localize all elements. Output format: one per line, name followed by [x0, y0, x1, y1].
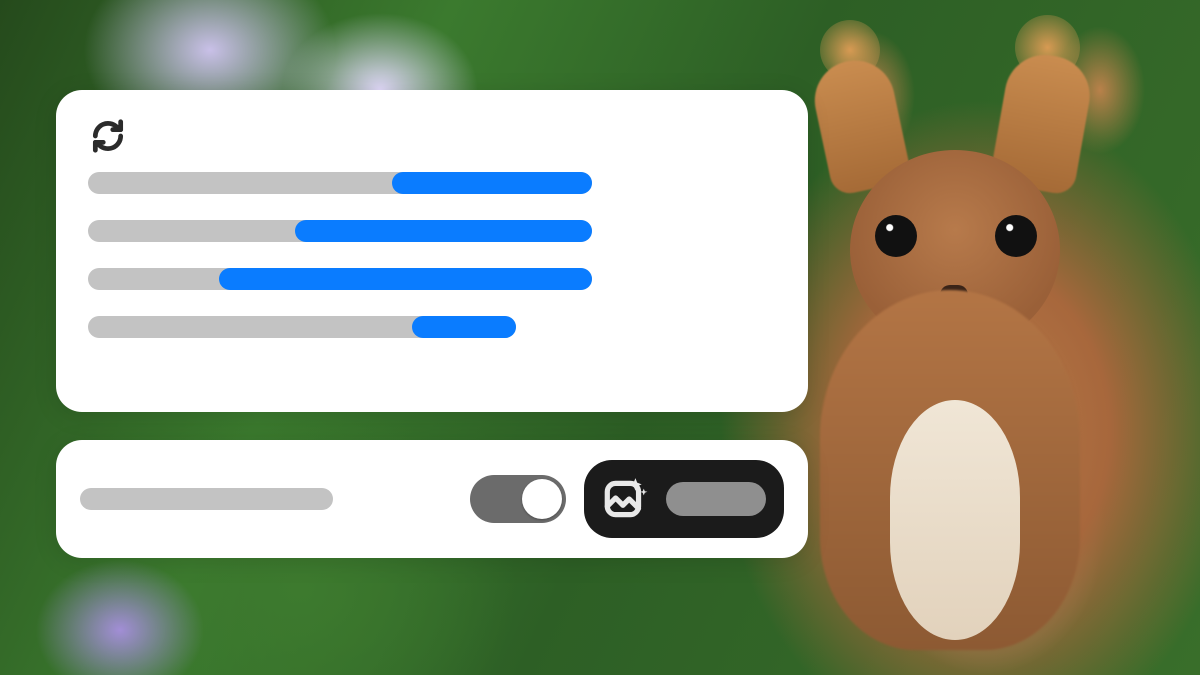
- refresh-icon: [89, 117, 127, 155]
- input-card: [56, 440, 808, 558]
- generate-action-label: [666, 482, 766, 516]
- refresh-button[interactable]: [86, 114, 130, 158]
- row-highlight-segment: [219, 268, 592, 290]
- sparkle-image-icon: [598, 472, 652, 526]
- toggle-knob: [522, 479, 562, 519]
- result-row-1: [88, 172, 778, 194]
- result-row-4: [88, 316, 778, 338]
- generate-action-button[interactable]: [584, 460, 784, 538]
- feature-toggle[interactable]: [470, 475, 566, 523]
- text-input-placeholder[interactable]: [80, 488, 333, 510]
- row-highlight-segment: [295, 220, 592, 242]
- result-row-3: [88, 268, 778, 290]
- row-highlight-segment: [392, 172, 592, 194]
- results-card: [56, 90, 808, 412]
- background-image: [0, 0, 1200, 675]
- row-highlight-segment: [412, 316, 516, 338]
- result-row-2: [88, 220, 778, 242]
- result-bars: [86, 172, 778, 338]
